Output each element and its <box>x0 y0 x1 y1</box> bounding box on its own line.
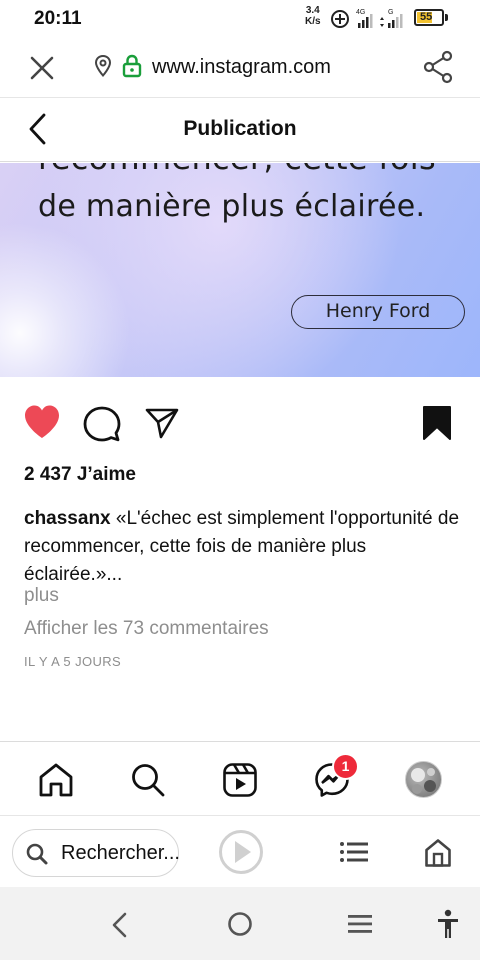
post-actions <box>0 400 480 448</box>
accessibility-button[interactable] <box>436 909 460 944</box>
play-button[interactable] <box>218 829 264 880</box>
status-time: 20:11 <box>34 8 82 29</box>
browser-home-button[interactable] <box>424 838 452 873</box>
view-comments-link[interactable]: Afficher les 73 commentaires <box>24 618 269 640</box>
status-bar: 20:11 3.4 K/s 4G G 55 <box>0 0 480 36</box>
post-caption: chassanx «L'échec est simplement l'oppor… <box>24 505 464 589</box>
search-icon <box>132 764 165 797</box>
send-icon <box>145 408 179 439</box>
nav-reels-button[interactable] <box>222 762 258 803</box>
network-speed: 3.4 K/s <box>305 5 321 27</box>
signal-icons: 4G G <box>331 9 403 28</box>
url-text[interactable]: www.instagram.com <box>152 56 331 79</box>
nav-home-button[interactable] <box>38 762 74 803</box>
system-navigation-bar <box>0 887 480 960</box>
close-icon <box>30 56 54 80</box>
quote-line-1: recommencer, cette fois <box>38 163 436 177</box>
nav-recents-button[interactable] <box>347 913 373 940</box>
post-image[interactable]: recommencer, cette fois de manière plus … <box>0 163 480 377</box>
browser-home-icon <box>425 839 451 867</box>
like-count[interactable]: 2 437 J’aime <box>24 464 136 486</box>
accessibility-icon <box>438 909 458 938</box>
nav-home-system-button[interactable] <box>227 911 253 942</box>
search-icon <box>25 842 49 871</box>
nav-recents-icon <box>348 915 372 933</box>
battery-level: 55 <box>420 11 433 23</box>
save-button[interactable] <box>420 405 454 446</box>
list-icon <box>340 842 368 862</box>
messenger-badge: 1 <box>332 753 359 780</box>
status-icons: 4G G <box>330 6 410 37</box>
nav-back-icon <box>112 912 127 938</box>
post-timestamp: IL Y A 5 JOURS <box>24 654 122 669</box>
network-1-label: 4G <box>356 9 365 16</box>
list-button[interactable] <box>339 840 369 869</box>
location-icon[interactable] <box>94 54 112 83</box>
quote-author: Henry Ford <box>291 295 465 329</box>
comment-button[interactable] <box>83 405 121 448</box>
nav-home-icon <box>228 912 252 936</box>
browser-search-label: Rechercher... <box>61 842 180 864</box>
nav-back-button[interactable] <box>108 911 130 944</box>
caption-username[interactable]: chassanx <box>24 508 111 529</box>
share-button[interactable] <box>422 50 454 89</box>
lock-icon[interactable] <box>122 54 142 83</box>
share-icon <box>423 50 453 84</box>
like-button[interactable] <box>22 403 62 446</box>
instagram-bottom-nav: 1 <box>0 741 480 815</box>
bookmark-icon <box>423 406 451 440</box>
browser-url-bar: www.instagram.com <box>0 36 480 98</box>
home-icon <box>39 763 73 797</box>
page-title: Publication <box>183 117 297 140</box>
play-icon <box>219 830 263 874</box>
heart-icon <box>25 405 59 438</box>
browser-search-button[interactable]: Rechercher... <box>12 829 180 877</box>
more-link[interactable]: plus <box>24 585 59 607</box>
network-2-label: G <box>388 9 393 16</box>
post-header: Publication <box>0 98 480 162</box>
nav-search-button[interactable] <box>130 762 166 803</box>
send-button[interactable] <box>144 405 180 446</box>
avatar[interactable] <box>405 761 442 798</box>
close-button[interactable] <box>26 52 58 84</box>
comment-icon <box>83 406 121 442</box>
browser-bottom-bar: Rechercher... <box>0 815 480 887</box>
quote-line-2: de manière plus éclairée. <box>38 189 426 224</box>
reels-icon <box>223 763 257 797</box>
